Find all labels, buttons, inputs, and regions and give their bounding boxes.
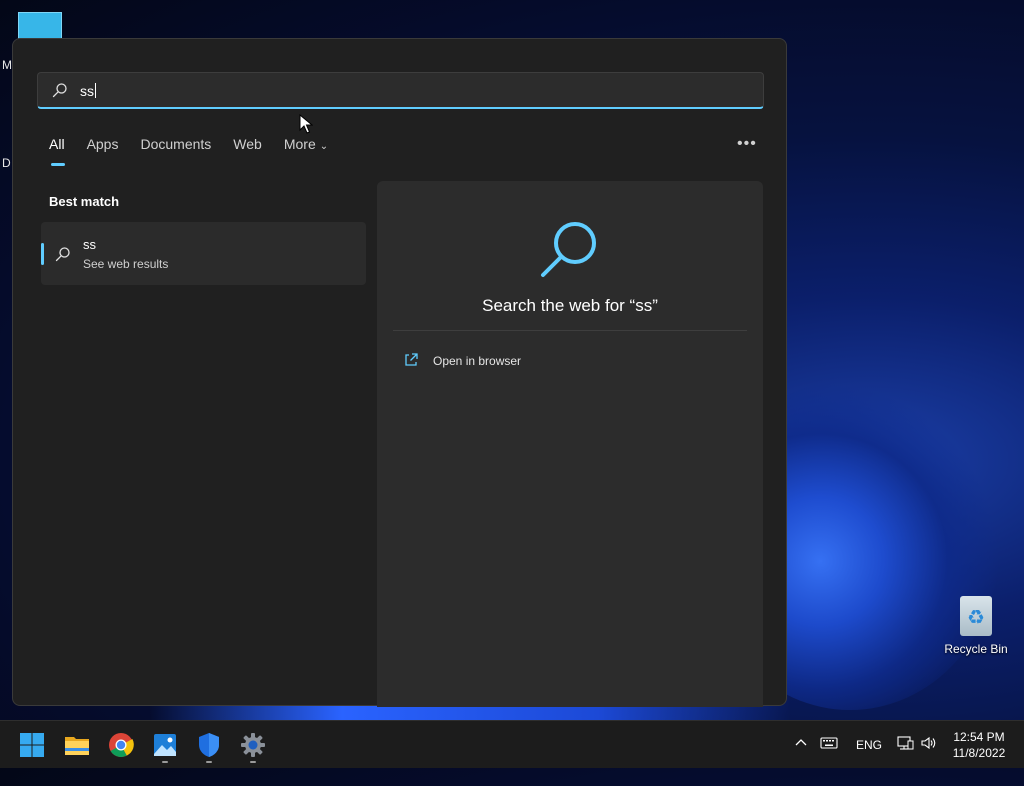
clock-date: 11/8/2022 — [952, 746, 1006, 760]
ellipsis-icon: ••• — [737, 135, 757, 152]
chevron-up-icon — [795, 739, 807, 746]
selection-indicator — [41, 243, 44, 265]
taskbar: ENG 12:54 PM 11/8/2022 — [0, 720, 1024, 768]
preview-pane: Search the web for “ss” Open in browser — [377, 181, 763, 707]
tab-more-label: More — [283, 136, 316, 152]
best-match-heading: Best match — [49, 194, 120, 209]
start-button[interactable] — [17, 730, 47, 760]
tab-web-label: Web — [233, 136, 262, 152]
running-indicator — [162, 761, 168, 763]
desktop-icon-label-partial: M — [2, 58, 12, 72]
search-panel: ss All Apps Documents Web More ⌄ ••• Best… — [12, 38, 787, 707]
shield-icon — [199, 733, 219, 757]
volume-icon — [921, 736, 936, 750]
keyboard-icon — [820, 737, 838, 749]
folder-icon — [65, 737, 89, 755]
windows-logo-icon — [20, 733, 44, 757]
divider — [393, 330, 747, 331]
preview-title: Search the web for “ss” — [482, 296, 658, 315]
volume-button[interactable] — [920, 735, 940, 755]
show-hidden-icons-button[interactable] — [793, 735, 811, 755]
open-in-browser-label: Open in browser — [433, 354, 522, 368]
language-indicator[interactable]: ENG — [856, 738, 882, 786]
recycle-bin-icon — [960, 596, 992, 636]
clock-time: 12:54 PM — [953, 730, 1005, 744]
tab-documents[interactable]: Documents — [140, 136, 211, 166]
more-options-button[interactable]: ••• — [737, 135, 757, 153]
touch-keyboard-button[interactable] — [820, 735, 840, 755]
taskbar-file-explorer[interactable] — [62, 730, 92, 760]
tab-web[interactable]: Web — [233, 136, 262, 166]
search-icon — [52, 83, 67, 98]
web-search-icon — [541, 222, 596, 277]
recycle-bin-label: Recycle Bin — [944, 642, 1008, 656]
best-match-result[interactable]: ss See web results — [41, 222, 366, 285]
taskbar-chrome[interactable] — [106, 730, 136, 760]
search-input[interactable]: ss — [37, 72, 764, 109]
tab-all-label: All — [49, 136, 65, 152]
tab-documents-label: Documents — [140, 136, 212, 152]
taskbar-photos[interactable] — [150, 730, 180, 763]
chevron-down-icon: ⌄ — [319, 141, 329, 152]
mouse-cursor-icon — [299, 114, 313, 134]
desktop-icon-label-partial: D — [2, 156, 11, 170]
result-subtitle: See web results — [83, 257, 169, 271]
tab-more[interactable]: More ⌄ — [284, 136, 328, 166]
chrome-icon — [109, 733, 134, 757]
network-button[interactable] — [896, 735, 916, 755]
open-external-icon — [405, 353, 418, 366]
gear-icon — [241, 733, 265, 757]
photos-icon — [154, 734, 176, 756]
tab-all[interactable]: All — [49, 136, 65, 166]
search-query: ss — [80, 83, 94, 99]
language-label: ENG — [856, 738, 883, 752]
taskbar-settings[interactable] — [238, 730, 268, 763]
taskbar-windows-security[interactable] — [194, 730, 224, 763]
tab-apps[interactable]: Apps — [87, 136, 119, 166]
search-icon — [55, 247, 70, 262]
running-indicator — [250, 761, 256, 763]
result-title: ss — [83, 237, 96, 252]
clock[interactable]: 12:54 PM 11/8/2022 — [944, 729, 1014, 761]
search-filter-tabs: All Apps Documents Web More ⌄ — [49, 136, 350, 166]
recycle-bin[interactable]: Recycle Bin — [940, 596, 1012, 656]
network-icon — [897, 736, 914, 750]
running-indicator — [206, 761, 212, 763]
tab-apps-label: Apps — [86, 136, 119, 152]
